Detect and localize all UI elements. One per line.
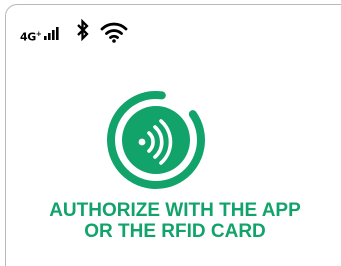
- status-bar: 4G+: [6, 5, 341, 45]
- charger-screen: 4G+ AUTHORIZE WITH THE APP OR THE RFID C…: [5, 4, 341, 266]
- rfid-contactless-icon: [107, 91, 205, 189]
- signal-bars-icon: [44, 27, 59, 40]
- authorization-message: AUTHORIZE WITH THE APP OR THE RFID CARD: [6, 200, 341, 242]
- message-line-1: AUTHORIZE WITH THE APP: [49, 200, 301, 221]
- network-type-label: 4G: [20, 30, 36, 44]
- bluetooth-icon: [77, 18, 89, 42]
- network-plus-label: +: [35, 30, 42, 38]
- network-indicator: 4G+: [20, 30, 42, 44]
- message-line-2: OR THE RFID CARD: [84, 221, 266, 242]
- wifi-icon: [100, 22, 128, 43]
